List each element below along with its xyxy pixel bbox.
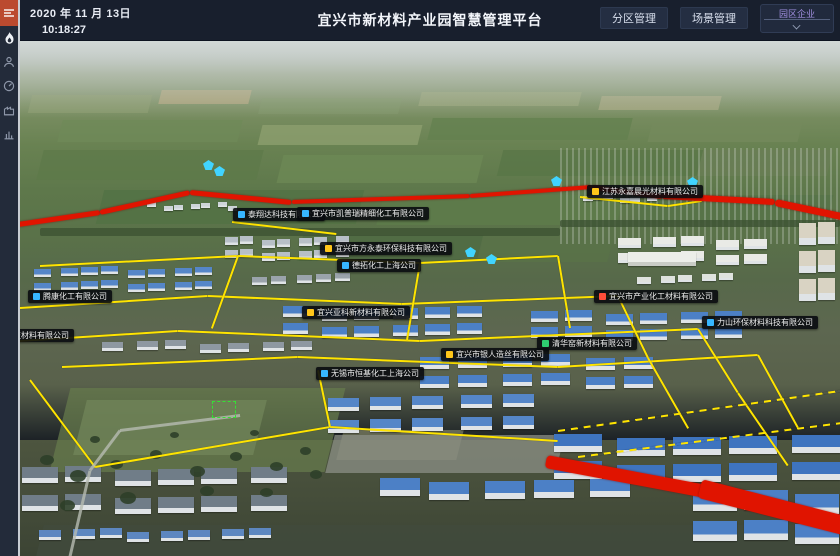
company-name: 宜兴亚科新材料有限公司	[317, 306, 405, 319]
header-actions: 分区管理 场景管理 园区企业	[600, 0, 834, 47]
building-label[interactable]: 江苏永嘉晨光材料有限公司	[587, 185, 703, 198]
building-label[interactable]: 宜兴市银人造丝有限公司	[441, 348, 549, 361]
building-label[interactable]: 腾康化工有限公司	[28, 290, 112, 303]
company-name: 宜兴市凯普瑞精细化工有限公司	[312, 207, 424, 220]
map-3d-marker-icon[interactable]	[214, 166, 225, 176]
selection-box	[212, 401, 236, 418]
building-label[interactable]: 力山环保材料科技有限公司	[702, 316, 818, 329]
sidebar	[0, 0, 20, 556]
menu-icon[interactable]	[0, 0, 18, 26]
company-marker-icon	[307, 309, 314, 316]
map-3d-marker-icon[interactable]	[551, 176, 562, 186]
chevron-down-icon	[793, 22, 801, 27]
company-name: 新缘科技材料有限公司	[20, 329, 69, 342]
company-marker-icon	[592, 188, 599, 195]
user-icon[interactable]	[0, 50, 18, 74]
company-name: 无锡市恒基化工上海公司	[331, 367, 419, 380]
company-marker-icon	[707, 319, 714, 326]
map-3d-marker-icon[interactable]	[465, 247, 476, 257]
building-label[interactable]: 宜兴市产业化工材料有限公司	[594, 290, 718, 303]
company-marker-icon	[542, 340, 549, 347]
company-name: 清华窑新材料有限公司	[552, 337, 632, 350]
company-marker-icon	[238, 211, 245, 218]
company-name: 宜兴市产业化工材料有限公司	[609, 290, 713, 303]
company-name: 宜兴市银人造丝有限公司	[456, 348, 544, 361]
zone-manage-button[interactable]: 分区管理	[600, 7, 668, 29]
company-marker-icon	[342, 262, 349, 269]
building-label[interactable]: 宜兴市方永泰环保科技有限公司	[320, 242, 452, 255]
map-3d-marker-icon[interactable]	[486, 254, 497, 264]
company-name: 德拓化工上海公司	[352, 259, 416, 272]
company-name: 力山环保材料科技有限公司	[717, 316, 813, 329]
company-name: 腾康化工有限公司	[43, 290, 107, 303]
company-marker-icon	[599, 293, 606, 300]
flame-icon[interactable]	[0, 26, 18, 50]
app-root: 2020 年 11 月 13日 10:18:27 宜兴市新材料产业园智慧管理平台…	[0, 0, 840, 556]
company-marker-icon	[325, 245, 332, 252]
company-marker-icon	[33, 293, 40, 300]
building-label[interactable]: 清华窑新材料有限公司	[537, 337, 637, 350]
top-header: 2020 年 11 月 13日 10:18:27 宜兴市新材料产业园智慧管理平台…	[20, 0, 840, 41]
map-3d-view[interactable]: 泰翔达科技有限公司宜兴市凯普瑞精细化工有限公司宜兴市方永泰环保科技有限公司德拓化…	[20, 40, 840, 556]
gauge-icon[interactable]	[0, 74, 18, 98]
building-label[interactable]: 德拓化工上海公司	[337, 259, 421, 272]
scene-manage-button[interactable]: 场景管理	[680, 7, 748, 29]
building-label[interactable]: 新缘科技材料有限公司	[20, 329, 74, 342]
building-label[interactable]: 宜兴市凯普瑞精细化工有限公司	[297, 207, 429, 220]
map-3d-marker-icon[interactable]	[203, 160, 214, 170]
building-label[interactable]: 无锡市恒基化工上海公司	[316, 367, 424, 380]
bar-chart-icon[interactable]	[0, 122, 18, 146]
park-enterprise-dropdown[interactable]: 园区企业	[760, 4, 834, 33]
building-label[interactable]: 宜兴亚科新材料有限公司	[302, 306, 410, 319]
company-name: 江苏永嘉晨光材料有限公司	[602, 185, 698, 198]
company-marker-icon	[446, 351, 453, 358]
factory-icon[interactable]	[0, 98, 18, 122]
company-name: 宜兴市方永泰环保科技有限公司	[335, 242, 447, 255]
company-marker-icon	[302, 210, 309, 217]
company-marker-icon	[321, 370, 328, 377]
